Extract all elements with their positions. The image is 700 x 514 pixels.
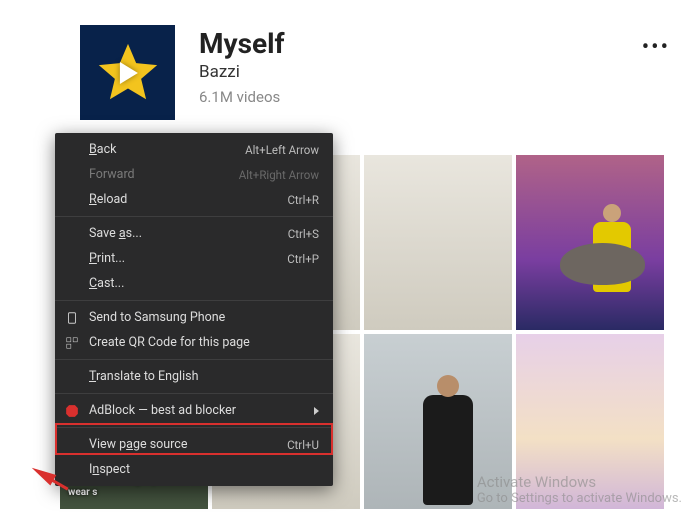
menu-separator: [55, 216, 333, 217]
menu-view-source[interactable]: View page sourceCtrl+U: [55, 432, 333, 457]
menu-separator: [55, 359, 333, 360]
menu-adblock[interactable]: AdBlock — best ad blocker: [55, 398, 333, 423]
sound-title: Myself: [199, 27, 285, 60]
menu-send-samsung[interactable]: Send to Samsung Phone: [55, 305, 333, 330]
annotation-arrow: [29, 463, 57, 486]
person-figure: [423, 395, 473, 505]
menu-forward: ForwardAlt+Right Arrow: [55, 162, 333, 187]
qr-icon: [65, 336, 79, 350]
menu-separator: [55, 393, 333, 394]
video-thumbnail[interactable]: [516, 155, 664, 330]
menu-separator: [55, 300, 333, 301]
more-options-button[interactable]: •••: [642, 35, 670, 60]
menu-print[interactable]: Print...Ctrl+P: [55, 246, 333, 271]
play-icon: [119, 62, 137, 84]
video-thumbnail[interactable]: [364, 155, 512, 330]
adblock-icon: [65, 404, 79, 418]
menu-save-as[interactable]: Save as...Ctrl+S: [55, 221, 333, 246]
menu-separator: [55, 427, 333, 428]
video-count: 6.1M videos: [199, 88, 285, 106]
cat-figure: [560, 243, 645, 285]
context-menu: BackAlt+Left Arrow ForwardAlt+Right Arro…: [55, 133, 333, 486]
menu-reload[interactable]: ReloadCtrl+R: [55, 187, 333, 212]
page-header: Myself Bazzi 6.1M videos: [80, 25, 285, 120]
menu-create-qr[interactable]: Create QR Code for this page: [55, 330, 333, 355]
menu-translate[interactable]: Translate to English: [55, 364, 333, 389]
sound-info: Myself Bazzi 6.1M videos: [199, 25, 285, 106]
windows-activation-watermark: Activate Windows Go to Settings to activ…: [477, 473, 682, 506]
menu-cast[interactable]: Cast...: [55, 271, 333, 296]
sound-artist[interactable]: Bazzi: [199, 62, 285, 82]
menu-back[interactable]: BackAlt+Left Arrow: [55, 137, 333, 162]
phone-icon: [65, 311, 79, 325]
sound-cover[interactable]: [80, 25, 175, 120]
menu-inspect[interactable]: Inspect: [55, 457, 333, 482]
